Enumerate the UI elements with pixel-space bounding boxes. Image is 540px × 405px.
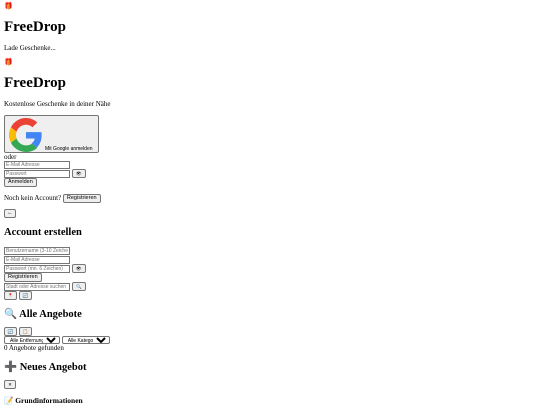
no-account-text: Noch kein Account? — [4, 194, 62, 203]
register-password-input[interactable] — [4, 264, 70, 273]
register-title: Account erstellen — [4, 227, 82, 238]
register-link-button[interactable]: Registrieren — [62, 194, 101, 203]
basic-info-title: Grundinformationen — [15, 396, 83, 405]
category-filter-select[interactable]: Alle Kategorien — [61, 336, 110, 345]
location-search-input[interactable] — [4, 282, 70, 291]
list-view-button[interactable]: 📋 — [18, 327, 32, 336]
refresh-offers-button[interactable]: 🔄 — [4, 327, 17, 336]
google-signin-button[interactable]: Mit Google anmelden — [4, 115, 99, 153]
refresh-icon: 🔄 — [22, 293, 29, 298]
gift-icon: 🎁 — [4, 2, 13, 10]
eye-icon: 👁 — [75, 266, 82, 271]
close-icon: ✕ — [8, 382, 12, 387]
eye-icon: 👁 — [75, 171, 82, 176]
show-password-button[interactable]: 👁 — [71, 169, 86, 178]
show-register-password-button[interactable]: 👁 — [71, 264, 86, 273]
magnifier-icon: 🔍 — [4, 308, 18, 320]
loading-title: FreeDrop — [4, 19, 66, 35]
login-password-input[interactable] — [4, 169, 70, 178]
google-signin-label: Mit Google anmelden — [45, 146, 93, 152]
google-logo-icon — [9, 118, 42, 152]
pin-icon: 📍 — [7, 293, 14, 298]
current-location-button[interactable]: 📍 — [4, 291, 17, 300]
location-search-button[interactable]: 🔍 — [71, 282, 86, 291]
memo-icon: 📝 — [4, 396, 14, 405]
close-new-offer-button[interactable]: ✕ — [4, 380, 16, 389]
auth-tagline: Kostenlose Geschenke in deiner Nähe — [4, 100, 111, 108]
register-username-input[interactable] — [4, 247, 70, 256]
offers-count: 0 Angebote gefunden — [4, 344, 64, 352]
back-button[interactable]: ← — [4, 209, 16, 218]
refresh-location-button[interactable]: 🔄 — [18, 291, 32, 300]
plus-icon: ➕ — [4, 361, 18, 373]
offers-title: Alle Angebote — [19, 309, 82, 320]
auth-title: FreeDrop — [4, 75, 66, 91]
new-offer-title: Neues Angebot — [19, 362, 87, 373]
clipboard-icon: 📋 — [22, 329, 29, 334]
search-icon: 🔍 — [75, 284, 82, 289]
or-divider: oder — [4, 153, 17, 161]
gift-icon: 🎁 — [4, 58, 13, 66]
login-button[interactable]: Anmelden — [4, 178, 37, 187]
refresh-icon: 🔄 — [7, 329, 14, 334]
register-submit-button[interactable]: Registrieren — [4, 273, 42, 282]
back-arrow-icon: ← — [7, 210, 13, 216]
loading-message: Lade Geschenke... — [4, 44, 56, 52]
